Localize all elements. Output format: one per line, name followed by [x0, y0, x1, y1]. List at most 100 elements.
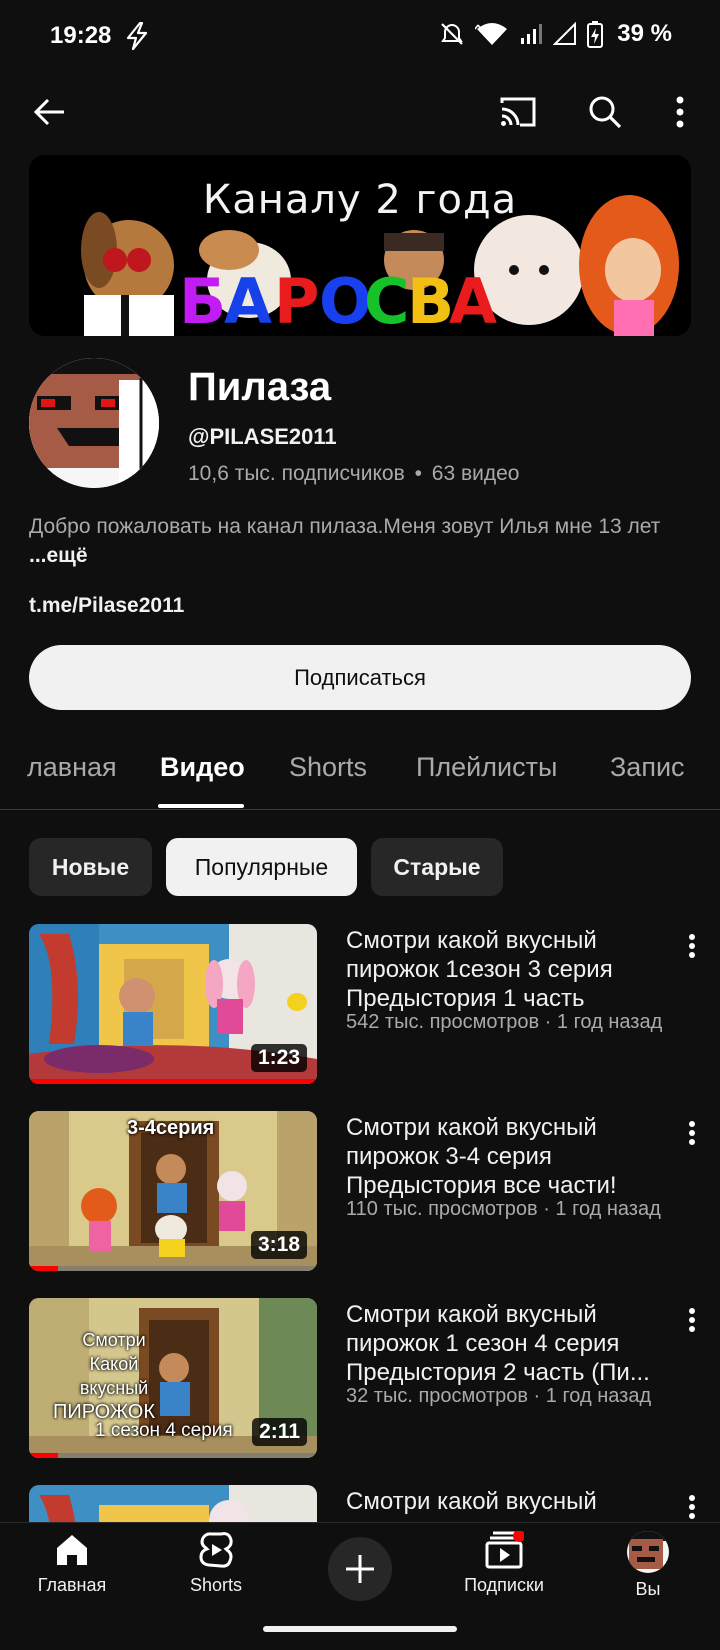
more-options-button[interactable] — [656, 88, 704, 136]
active-tab-indicator — [158, 804, 244, 808]
chip-new[interactable]: Новые — [29, 838, 152, 896]
tab-posts[interactable]: Запис — [610, 752, 685, 783]
video-item[interactable]: Смотри Какой вкусный ПИРОЖОК 1 сезон 4 с… — [0, 1298, 720, 1466]
back-button[interactable] — [26, 88, 74, 136]
chip-popular[interactable]: Популярные — [166, 838, 357, 896]
video-item[interactable]: 3-4серия 3:18 Смотри какой вкусный пирож… — [0, 1111, 720, 1279]
svg-text:В: В — [407, 265, 454, 336]
video-menu-button[interactable] — [676, 926, 708, 966]
video-thumbnail[interactable]: Смотри Какой вкусный ПИРОЖОК 1 сезон 4 с… — [29, 1298, 317, 1458]
search-icon — [589, 96, 622, 129]
tab-videos[interactable]: Видео — [160, 752, 245, 783]
flash-icon — [126, 22, 148, 50]
video-meta: 110 тыс. просмотров · 1 год назад — [346, 1198, 661, 1220]
plus-icon — [346, 1555, 374, 1583]
video-title[interactable]: Смотри какой вкусный пирожок 1 сезон 4 с… — [346, 1300, 676, 1387]
video-duration: 3:18 — [250, 1231, 307, 1259]
video-meta: 32 тыс. просмотров · 1 год назад — [346, 1385, 652, 1407]
more-vert-icon — [689, 934, 695, 958]
watch-progress-bar — [29, 1266, 58, 1271]
watch-progress-bar — [29, 1453, 58, 1458]
video-duration: 1:23 — [250, 1044, 307, 1072]
description-text: Добро пожаловать на канал пилаза.Меня зо… — [29, 515, 661, 538]
create-button[interactable] — [328, 1537, 392, 1601]
more-vert-icon — [689, 1308, 695, 1332]
watch-progress-bar — [29, 1079, 317, 1084]
video-count: 63 видео — [431, 462, 520, 485]
overlay-line: вкусный — [79, 1378, 149, 1398]
cast-button[interactable] — [494, 88, 542, 136]
video-thumbnail[interactable]: 3-4серия 3:18 — [29, 1111, 317, 1271]
video-menu-button[interactable] — [676, 1113, 708, 1153]
wifi-icon — [475, 23, 508, 45]
watch-progress-track — [29, 1266, 317, 1271]
status-icons: 39 % — [439, 20, 672, 48]
thumbnail-overlay-text: 3-4серия — [127, 1117, 215, 1139]
video-title[interactable]: Смотри какой вкусный пирожок 3-4 серия П… — [346, 1113, 676, 1200]
watch-progress-track — [29, 1453, 317, 1458]
status-bar: 19:28 39 % — [0, 0, 720, 76]
channel-avatar[interactable] — [29, 358, 159, 488]
video-item[interactable]: 1:23 Смотри какой вкусный пирожок 1сезон… — [0, 924, 720, 1092]
channel-avatar-image — [29, 358, 159, 488]
avatar — [627, 1531, 669, 1573]
thumbnail-image — [29, 1485, 317, 1522]
more-vert-icon — [676, 96, 684, 128]
video-meta: 542 тыс. просмотров · 1 год назад — [346, 1011, 663, 1033]
channel-description[interactable]: Добро пожаловать на канал пилаза.Меня зо… — [29, 512, 679, 570]
battery-icon — [587, 21, 604, 48]
svg-text:Б: Б — [179, 265, 226, 336]
mute-icon — [441, 23, 464, 45]
nav-subscriptions[interactable]: Подписки — [444, 1531, 564, 1611]
more-vert-icon — [689, 1495, 695, 1519]
nav-label: Shorts — [189, 1575, 243, 1595]
search-button[interactable] — [581, 88, 629, 136]
video-thumbnail[interactable] — [29, 1485, 317, 1522]
svg-text:А: А — [224, 265, 272, 336]
cast-icon — [500, 97, 536, 127]
cell-signal-2-icon — [553, 22, 577, 45]
show-more-link[interactable]: ...ещё — [29, 544, 88, 567]
tab-playlists[interactable]: Плейлисты — [416, 752, 557, 783]
nav-label: Подписки — [464, 1575, 544, 1595]
arrow-back-icon — [33, 98, 64, 126]
nav-shorts[interactable]: Shorts — [156, 1531, 276, 1611]
banner-title: Каналу 2 года — [202, 177, 518, 223]
tab-home[interactable]: лавная — [27, 752, 117, 783]
thumbnail-overlay-text: Смотри Какой вкусный ПИРОЖОК — [29, 1328, 199, 1424]
channel-tabs: лавная Видео Shorts Плейлисты Запис — [0, 740, 720, 810]
svg-text:Р: Р — [274, 265, 319, 336]
nav-label: Главная — [37, 1575, 107, 1595]
top-app-bar — [0, 80, 720, 144]
status-time: 19:28 — [50, 22, 112, 49]
stats-separator: • — [414, 462, 422, 485]
video-title[interactable]: Смотри какой вкусный пирожок 1сезон 3 се… — [346, 926, 676, 1013]
overlay-line: Смотри — [82, 1330, 146, 1350]
video-thumbnail[interactable]: 1:23 — [29, 924, 317, 1084]
video-title[interactable]: Смотри какой вкусный — [346, 1487, 676, 1516]
subscriber-count: 10,6 тыс. подписчиков — [188, 462, 405, 485]
tab-shorts[interactable]: Shorts — [289, 752, 367, 783]
channel-handle: @PILASE2011 — [188, 424, 337, 449]
svg-text:С: С — [364, 265, 410, 336]
video-menu-button[interactable] — [676, 1487, 708, 1522]
chip-old[interactable]: Старые — [371, 838, 503, 896]
subscriptions-icon — [485, 1531, 524, 1569]
subscribe-button[interactable]: Подписаться — [29, 645, 691, 710]
home-icon — [57, 1535, 87, 1565]
more-vert-icon — [689, 1121, 695, 1145]
channel-link[interactable]: t.me/Pilase2011 — [29, 594, 184, 618]
shorts-icon — [199, 1532, 233, 1568]
video-item[interactable]: Смотри какой вкусный — [0, 1485, 720, 1522]
channel-name: Пилаза — [188, 365, 332, 409]
tabs-divider — [0, 809, 720, 810]
svg-text:А: А — [449, 265, 497, 336]
channel-stats: 10,6 тыс. подписчиков • 63 видео — [188, 462, 519, 486]
overlay-line: 1 сезон 4 серия — [95, 1420, 233, 1441]
nav-you[interactable]: Вы — [588, 1531, 708, 1611]
home-indicator — [263, 1626, 457, 1632]
video-menu-button[interactable] — [676, 1300, 708, 1340]
nav-label: Вы — [635, 1579, 661, 1599]
nav-home[interactable]: Главная — [12, 1531, 132, 1611]
video-duration: 2:11 — [252, 1418, 307, 1446]
